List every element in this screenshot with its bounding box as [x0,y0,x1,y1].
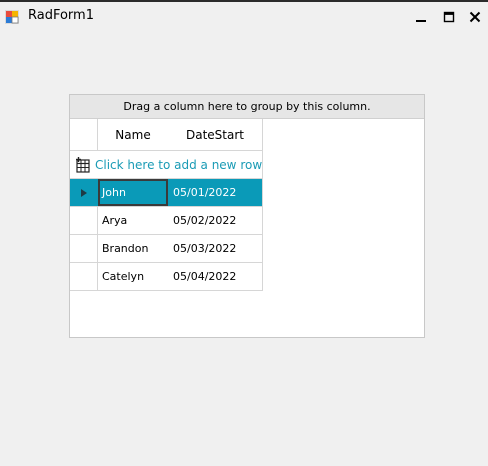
row-indicator[interactable] [70,235,98,262]
group-panel[interactable]: Drag a column here to group by this colu… [70,95,424,119]
maximize-button[interactable] [436,4,462,30]
table-row[interactable]: Arya 05/02/2022 [70,207,263,235]
column-header-row: Name DateStart [70,119,263,151]
app-icon [5,10,19,24]
row-indicator[interactable] [70,263,98,290]
row-indicator[interactable] [70,207,98,234]
minimize-button[interactable] [408,4,434,30]
minimize-icon [416,20,426,22]
add-new-row-link[interactable]: Click here to add a new row [95,158,262,172]
cell-datestart[interactable]: 05/04/2022 [168,263,262,290]
table-row[interactable]: John 05/01/2022 [70,179,263,207]
data-grid[interactable]: Drag a column here to group by this colu… [69,94,425,338]
table-row[interactable]: Brandon 05/03/2022 [70,235,263,263]
cell-datestart[interactable]: 05/02/2022 [168,207,262,234]
cell-name[interactable]: Catelyn [98,263,168,290]
column-header-datestart[interactable]: DateStart [168,119,262,150]
close-button[interactable] [462,4,488,30]
row-indicator-header [70,119,98,150]
window-title: RadForm1 [28,8,94,23]
add-row-icon [76,157,90,173]
new-row[interactable]: Click here to add a new row [70,151,263,179]
maximize-icon [443,11,455,23]
title-bar[interactable]: RadForm1 [0,2,488,32]
app-window: RadForm1 Drag a column here to group by … [0,0,488,466]
cell-name[interactable]: Brandon [98,235,168,262]
current-row-arrow-icon [80,188,87,197]
cell-datestart[interactable]: 05/01/2022 [168,179,262,206]
close-icon [469,11,481,23]
cell-name[interactable]: John [98,179,168,206]
cell-name[interactable]: Arya [98,207,168,234]
cell-datestart[interactable]: 05/03/2022 [168,235,262,262]
row-indicator[interactable] [70,179,98,206]
column-header-name[interactable]: Name [98,119,168,150]
table-row[interactable]: Catelyn 05/04/2022 [70,263,263,291]
